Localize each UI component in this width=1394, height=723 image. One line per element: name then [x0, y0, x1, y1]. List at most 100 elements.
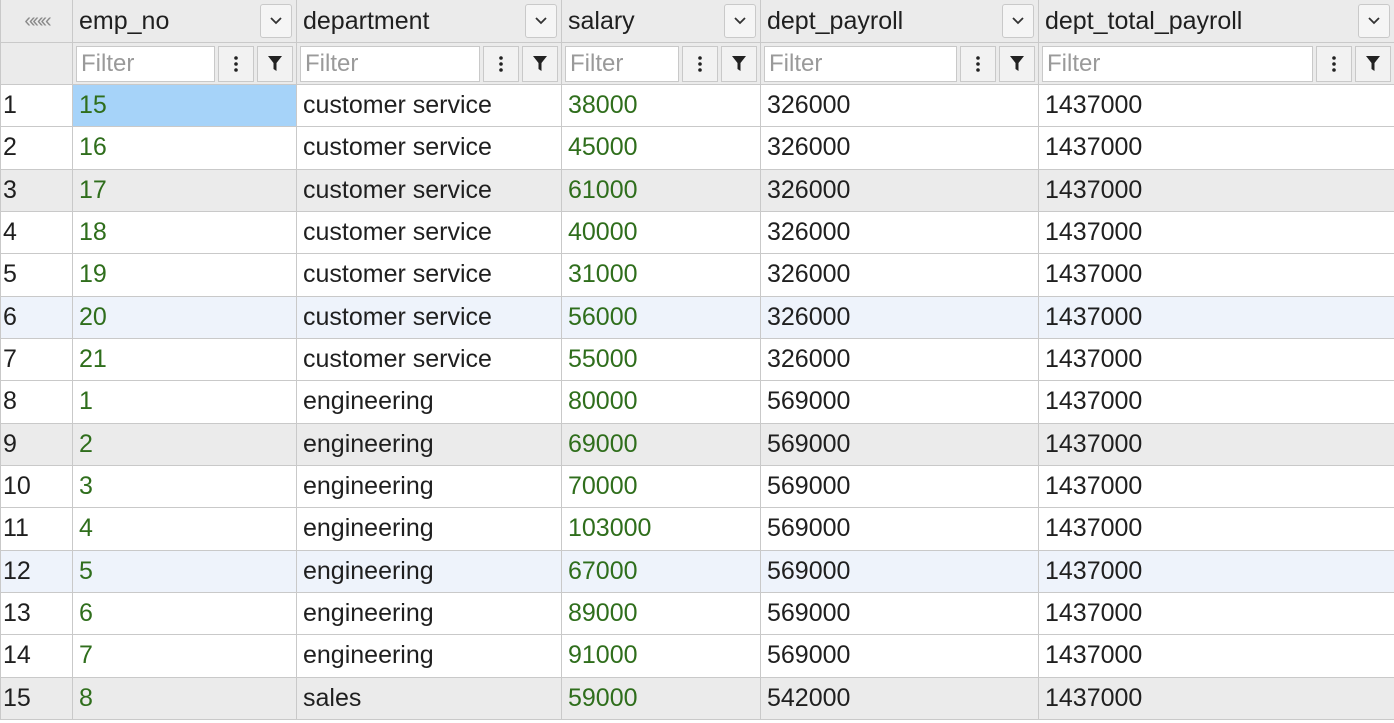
chevron-down-icon[interactable] — [525, 4, 557, 38]
cell-dept-total-payroll[interactable]: 1437000 — [1039, 677, 1394, 720]
row-number[interactable]: 12 — [1, 550, 73, 593]
row-number[interactable]: 4 — [1, 211, 73, 255]
cell-department[interactable]: customer service — [297, 85, 562, 128]
more-options-icon[interactable] — [1316, 45, 1352, 82]
chevron-down-icon[interactable] — [1002, 4, 1034, 38]
cell-emp-no[interactable]: 19 — [73, 254, 297, 297]
cell-dept-payroll[interactable]: 326000 — [761, 296, 1039, 339]
column-header-dept-payroll[interactable]: dept_payroll — [761, 0, 1039, 43]
cell-emp-no[interactable]: 15 — [73, 85, 297, 128]
cell-dept-total-payroll[interactable]: 1437000 — [1039, 550, 1394, 593]
cell-emp-no[interactable]: 18 — [73, 211, 297, 255]
cell-salary[interactable]: 61000 — [562, 169, 761, 212]
cell-salary[interactable]: 55000 — [562, 338, 761, 382]
cell-emp-no[interactable]: 5 — [73, 550, 297, 593]
cell-dept-total-payroll[interactable]: 1437000 — [1039, 635, 1394, 678]
filter-funnel-icon[interactable] — [721, 45, 757, 82]
cell-dept-total-payroll[interactable]: 1437000 — [1039, 85, 1394, 128]
row-number[interactable]: 8 — [1, 381, 73, 424]
cell-salary[interactable]: 45000 — [562, 127, 761, 170]
cell-dept-total-payroll[interactable]: 1437000 — [1039, 169, 1394, 212]
cell-salary[interactable]: 70000 — [562, 465, 761, 509]
cell-department[interactable]: engineering — [297, 423, 562, 466]
row-number[interactable]: 10 — [1, 465, 73, 509]
cell-dept-payroll[interactable]: 569000 — [761, 592, 1039, 636]
cell-department[interactable]: customer service — [297, 127, 562, 170]
cell-emp-no[interactable]: 17 — [73, 169, 297, 212]
cell-emp-no[interactable]: 7 — [73, 635, 297, 678]
cell-department[interactable]: sales — [297, 677, 562, 720]
cell-department[interactable]: engineering — [297, 381, 562, 424]
row-number[interactable]: 3 — [1, 169, 73, 212]
cell-emp-no[interactable]: 20 — [73, 296, 297, 339]
cell-dept-total-payroll[interactable]: 1437000 — [1039, 381, 1394, 424]
column-header-emp-no[interactable]: emp_no — [73, 0, 297, 43]
cell-department[interactable]: customer service — [297, 296, 562, 339]
cell-dept-payroll[interactable]: 569000 — [761, 465, 1039, 509]
cell-emp-no[interactable]: 1 — [73, 381, 297, 424]
cell-salary[interactable]: 40000 — [562, 211, 761, 255]
cell-salary[interactable]: 31000 — [562, 254, 761, 297]
column-header-dept-total-payroll[interactable]: dept_total_payroll — [1039, 0, 1394, 43]
cell-dept-total-payroll[interactable]: 1437000 — [1039, 593, 1394, 636]
cell-dept-payroll[interactable]: 326000 — [761, 254, 1039, 297]
cell-dept-total-payroll[interactable]: 1437000 — [1039, 296, 1394, 339]
cell-salary[interactable]: 67000 — [562, 550, 761, 593]
cell-dept-total-payroll[interactable]: 1437000 — [1039, 127, 1394, 170]
chevron-down-icon[interactable] — [1358, 4, 1390, 38]
filter-input-emp-no[interactable] — [76, 45, 215, 82]
cell-emp-no[interactable]: 2 — [73, 423, 297, 466]
column-header-department[interactable]: department — [297, 0, 562, 43]
cell-dept-payroll[interactable]: 542000 — [761, 677, 1039, 720]
cell-emp-no[interactable]: 4 — [73, 508, 297, 551]
cell-department[interactable]: engineering — [297, 592, 562, 636]
cell-department[interactable]: customer service — [297, 211, 562, 255]
more-options-icon[interactable] — [960, 45, 996, 82]
cell-emp-no[interactable]: 3 — [73, 465, 297, 509]
cell-dept-payroll[interactable]: 569000 — [761, 423, 1039, 466]
cell-department[interactable]: customer service — [297, 338, 562, 382]
chevron-down-icon[interactable] — [260, 4, 292, 38]
cell-dept-payroll[interactable]: 569000 — [761, 550, 1039, 593]
cell-department[interactable]: engineering — [297, 550, 562, 593]
filter-funnel-icon[interactable] — [522, 45, 558, 82]
more-options-icon[interactable] — [682, 45, 718, 82]
cell-emp-no[interactable]: 6 — [73, 592, 297, 636]
cell-dept-payroll[interactable]: 569000 — [761, 381, 1039, 424]
collapse-columns-button[interactable]: ««« — [1, 0, 73, 43]
more-options-icon[interactable] — [483, 45, 519, 82]
cell-salary[interactable]: 38000 — [562, 85, 761, 128]
cell-dept-payroll[interactable]: 326000 — [761, 338, 1039, 382]
cell-dept-total-payroll[interactable]: 1437000 — [1039, 508, 1394, 551]
cell-emp-no[interactable]: 8 — [73, 677, 297, 720]
column-header-salary[interactable]: salary — [562, 0, 761, 43]
row-number[interactable]: 1 — [1, 85, 73, 128]
cell-dept-total-payroll[interactable]: 1437000 — [1039, 212, 1394, 255]
cell-dept-payroll[interactable]: 326000 — [761, 169, 1039, 212]
row-number[interactable]: 7 — [1, 338, 73, 382]
cell-department[interactable]: customer service — [297, 169, 562, 212]
filter-funnel-icon[interactable] — [999, 45, 1035, 82]
cell-salary[interactable]: 91000 — [562, 635, 761, 678]
cell-dept-payroll[interactable]: 569000 — [761, 635, 1039, 678]
cell-department[interactable]: engineering — [297, 635, 562, 678]
cell-dept-payroll[interactable]: 326000 — [761, 127, 1039, 170]
row-number[interactable]: 15 — [1, 677, 73, 720]
chevron-down-icon[interactable] — [724, 4, 756, 38]
cell-dept-payroll[interactable]: 326000 — [761, 85, 1039, 128]
cell-emp-no[interactable]: 16 — [73, 127, 297, 170]
more-options-icon[interactable] — [218, 45, 254, 82]
cell-dept-payroll[interactable]: 326000 — [761, 211, 1039, 255]
cell-salary[interactable]: 89000 — [562, 592, 761, 636]
cell-salary[interactable]: 80000 — [562, 381, 761, 424]
cell-emp-no[interactable]: 21 — [73, 338, 297, 382]
cell-salary[interactable]: 69000 — [562, 423, 761, 466]
cell-salary[interactable]: 56000 — [562, 296, 761, 339]
filter-input-dept-payroll[interactable] — [764, 45, 957, 82]
filter-funnel-icon[interactable] — [1355, 45, 1391, 82]
row-number[interactable]: 14 — [1, 635, 73, 678]
row-number[interactable]: 13 — [1, 592, 73, 636]
row-number[interactable]: 2 — [1, 127, 73, 170]
row-number[interactable]: 6 — [1, 296, 73, 339]
cell-dept-total-payroll[interactable]: 1437000 — [1039, 254, 1394, 297]
